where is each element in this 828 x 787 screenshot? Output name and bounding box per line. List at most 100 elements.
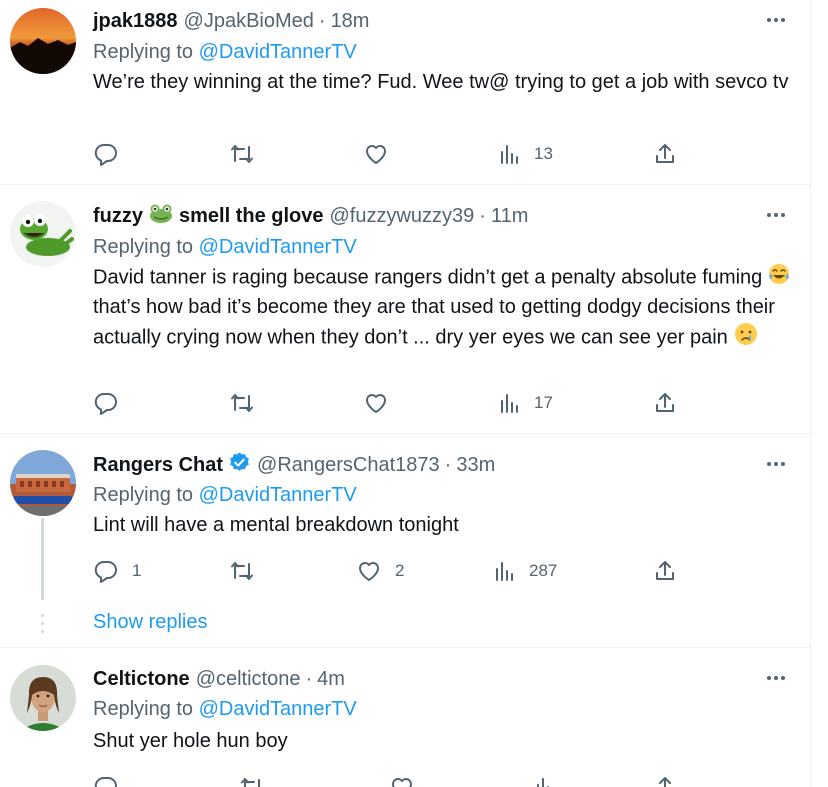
share-button[interactable] [653,388,677,418]
reply-button[interactable] [93,388,119,418]
user-handle[interactable]: @fuzzywuzzy39 [330,205,475,228]
timestamp[interactable]: 18m [331,10,370,33]
more-icon[interactable] [764,8,788,32]
separator-dot: · [479,204,486,227]
replying-prefix: Replying to [93,484,194,506]
like-count: 2 [395,561,405,580]
timestamp[interactable]: 11m [491,205,528,228]
tweet-actions [93,772,693,787]
views-icon [494,560,516,582]
crying-face-emoji [733,321,759,356]
retweet-button[interactable] [229,556,255,586]
reply-icon [93,391,119,415]
display-name[interactable]: Rangers Chat [93,454,223,477]
tweet-actions: 17 [93,388,693,418]
tweet-text: We’re they winning at the time? Fud. Wee… [93,71,789,93]
reply-feed: jpak1888 @JpakBioMed · 18m Replying to @… [0,0,812,787]
more-icon[interactable] [764,203,788,227]
display-name[interactable]: jpak1888 [93,10,178,33]
replying-to: Replying to @DavidTannerTV [93,41,357,64]
views-icon [499,392,521,414]
tweet-fuzzywuzzy39[interactable]: fuzzy smell the glove @fuzzywuzzy39 · 11… [0,185,812,433]
views-icon [499,143,521,165]
timestamp[interactable]: 4m [317,668,345,691]
reply-count: 1 [132,561,142,580]
views-button[interactable]: 13 [499,139,553,169]
reply-icon [93,775,119,787]
views-count: 13 [534,144,553,163]
replying-to: Replying to @DavidTannerTV [93,236,357,259]
tweet-jpak1888[interactable]: jpak1888 @JpakBioMed · 18m Replying to @… [0,0,812,184]
like-button[interactable]: 2 [356,556,404,586]
tweet-text-part1: David tanner is raging because rangers d… [93,266,763,289]
replying-to-link[interactable]: @DavidTannerTV [199,484,357,506]
thread-dot [41,630,44,633]
replying-prefix: Replying to [93,698,194,720]
tweet-text: Lint will have a mental breakdown tonigh… [93,514,459,536]
retweet-button[interactable] [239,772,265,787]
retweet-icon [239,775,265,787]
replying-to-link[interactable]: @DavidTannerTV [199,698,357,720]
replying-to-link[interactable]: @DavidTannerTV [199,41,357,63]
like-button[interactable] [363,139,389,169]
like-icon [389,775,415,787]
reply-icon [93,142,119,166]
reply-icon [93,559,119,583]
separator-dot: · [305,667,313,690]
timestamp[interactable]: 33m [456,454,495,477]
user-handle[interactable]: @JpakBioMed [184,10,314,33]
show-replies-link[interactable]: Show replies [93,611,208,634]
replying-prefix: Replying to [93,236,194,258]
avatar-celtictone[interactable] [10,665,76,731]
share-icon [653,559,677,583]
display-name-part2[interactable]: smell the glove [179,205,324,228]
tweet-header: jpak1888 @JpakBioMed · 18m [93,7,369,35]
like-icon [363,142,389,166]
separator-dot: · [318,9,326,32]
display-name-part1[interactable]: fuzzy [93,205,143,228]
tweet-actions: 13 [93,139,693,169]
avatar-rangerschat1873[interactable] [10,450,76,516]
reply-button[interactable] [93,139,119,169]
share-button[interactable] [653,139,677,169]
user-handle[interactable]: @RangersChat1873 [257,454,440,477]
like-button[interactable] [389,772,415,787]
replying-to-link[interactable]: @DavidTannerTV [199,236,357,258]
like-button[interactable] [363,388,389,418]
avatar-fuzzywuzzy39[interactable] [10,201,76,267]
column-border [810,0,811,787]
views-count: 17 [534,393,553,412]
views-icon [535,776,557,787]
retweet-icon [229,559,255,583]
avatar-jpak1888[interactable] [10,8,76,74]
tweet-text: David tanner is raging because rangers d… [93,263,793,356]
like-icon [363,391,389,415]
views-button[interactable] [535,772,557,787]
user-handle[interactable]: @celtictone [196,668,301,691]
like-icon [356,559,382,583]
share-icon [653,391,677,415]
reply-button[interactable]: 1 [93,556,141,586]
views-button[interactable]: 17 [499,388,553,418]
tweet-actions: 1 2 287 [93,556,693,586]
share-button[interactable] [653,772,677,787]
display-name[interactable]: Celtictone [93,668,190,691]
replying-prefix: Replying to [93,41,194,63]
replying-to: Replying to @DavidTannerTV [93,484,357,507]
retweet-icon [229,142,255,166]
thread-line [41,518,44,600]
views-button[interactable]: 287 [494,556,557,586]
thread-dot [41,622,44,625]
reply-button[interactable] [93,772,119,787]
more-icon[interactable] [764,666,788,690]
separator-dot: · [444,453,452,476]
share-button[interactable] [653,556,677,586]
tweet-text: Shut yer hole hun boy [93,730,288,752]
more-icon[interactable] [764,452,788,476]
frog-emoji [149,202,173,230]
views-count: 287 [529,561,558,580]
retweet-button[interactable] [229,388,255,418]
tweet-celtictone[interactable]: Celtictone @celtictone · 4m Replying to … [0,648,812,787]
retweet-button[interactable] [229,139,255,169]
verified-badge-icon [228,451,251,480]
